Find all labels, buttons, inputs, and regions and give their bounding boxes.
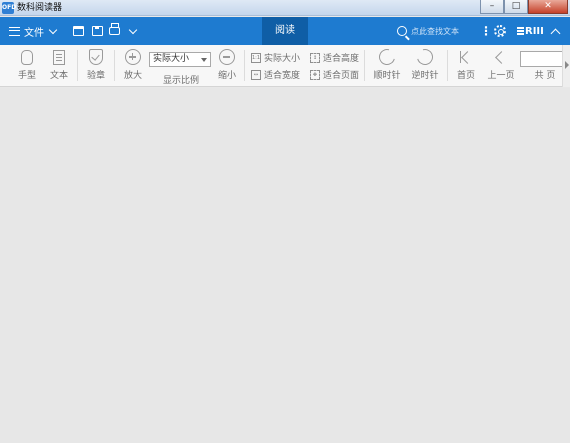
divider [114,50,115,81]
hand-tool-button[interactable]: 手型 [14,48,40,82]
divider [77,50,78,81]
chevron-down-icon [48,25,58,34]
text-tool-button[interactable]: 文本 [46,48,72,82]
fit-width-label: 适合宽度 [264,71,301,81]
dropdown-arrow-icon [201,58,207,62]
text-select-icon [53,49,65,65]
brand-logo: RIII [517,17,544,45]
zoom-in-icon [125,49,141,65]
logo-bars-icon [517,27,524,35]
search-box[interactable] [397,17,473,45]
fit-width-button[interactable]: ↔ 适合宽度 [251,68,300,81]
ribbon-toolbar: 手型 文本 验章 放大 实际大小 显示比例 缩小 1:1 实际大小 ↔ 适合宽度… [0,45,570,87]
file-menu-label: 文件 [24,27,44,39]
print-button[interactable] [109,17,120,45]
file-menu[interactable]: 文件 [9,17,58,45]
tab-read[interactable]: 阅读 [262,17,308,45]
first-page-label: 首页 [456,71,475,81]
folder-icon [73,26,84,36]
fit-page-icon: ✥ [310,69,320,80]
rotate-clockwise-icon [376,46,398,68]
fit-page-label: 适合页面 [323,71,360,81]
zoom-in-button[interactable]: 放大 [120,48,146,82]
fit-height-button[interactable]: ↕ 适合高度 [310,51,359,64]
zoom-caption: 显示比例 [163,76,200,86]
zoom-select-value: 实际大小 [153,54,190,64]
divider [364,50,365,81]
fit-height-label: 适合高度 [323,54,360,64]
search-icon [397,26,407,36]
zoom-in-label: 放大 [123,71,142,81]
print-icon [109,23,120,35]
page-total-label: 共 页 [534,71,556,81]
first-page-icon [459,50,475,64]
gear-icon [494,25,506,37]
title-bar: OFD 数科阅读器 – □ ✕ [0,0,570,16]
previous-page-button[interactable]: 上一页 [486,48,516,82]
chevron-up-icon [550,28,561,38]
ribbon-scroll-right-button[interactable] [562,45,570,87]
shield-check-icon [89,49,103,65]
hand-icon [21,49,33,65]
rotate-counterclockwise-icon [414,46,436,68]
search-input[interactable] [411,26,473,36]
minimize-button[interactable]: – [480,0,504,14]
collapse-ribbon-button[interactable] [550,17,561,45]
fit-height-icon: ↕ [310,52,320,63]
first-page-button[interactable]: 首页 [453,48,479,82]
window-controls: – □ ✕ [480,0,568,15]
save-button[interactable] [92,17,103,45]
divider [244,50,245,81]
document-workspace[interactable] [0,88,570,443]
app-icon: OFD [2,2,16,14]
zoom-select[interactable]: 实际大小 [149,52,211,67]
open-button[interactable] [73,17,84,45]
text-tool-label: 文本 [49,71,68,81]
fit-width-icon: ↔ [251,69,261,80]
zoom-out-button[interactable]: 缩小 [214,48,240,82]
verify-seal-button[interactable]: 验章 [83,48,109,82]
actual-size-button[interactable]: 1:1 实际大小 [251,51,300,64]
save-icon [92,26,103,36]
zoom-out-icon [219,49,235,65]
command-bar: 文件 阅读 ⋮ RIII [0,17,570,45]
fit-page-button[interactable]: ✥ 适合页面 [310,68,359,81]
rotate-counterclockwise-label: 逆时针 [411,71,439,81]
rotate-clockwise-button[interactable]: 顺时针 [372,46,402,82]
rotate-clockwise-label: 顺时针 [373,71,401,81]
maximize-button[interactable]: □ [504,0,528,14]
hand-tool-label: 手型 [17,71,36,81]
actual-size-label: 实际大小 [264,54,301,64]
brand-text: RIII [525,25,544,37]
actual-size-icon: 1:1 [251,52,261,63]
more-options-button[interactable]: ⋮ [480,17,492,45]
menu-icon [9,26,20,36]
settings-button[interactable] [494,17,506,45]
chevron-down-icon [128,25,138,34]
quick-access-dropdown[interactable] [128,17,138,45]
page-number-input[interactable] [520,51,564,67]
close-button[interactable]: ✕ [528,0,568,14]
rotate-counterclockwise-button[interactable]: 逆时针 [410,46,440,82]
zoom-out-label: 缩小 [217,71,236,81]
chevron-left-icon [494,50,508,64]
verify-seal-label: 验章 [86,71,105,81]
window-title: 数科阅读器 [17,3,63,13]
divider [447,50,448,81]
previous-page-label: 上一页 [487,71,515,81]
page-total: 共 页 [532,70,558,82]
